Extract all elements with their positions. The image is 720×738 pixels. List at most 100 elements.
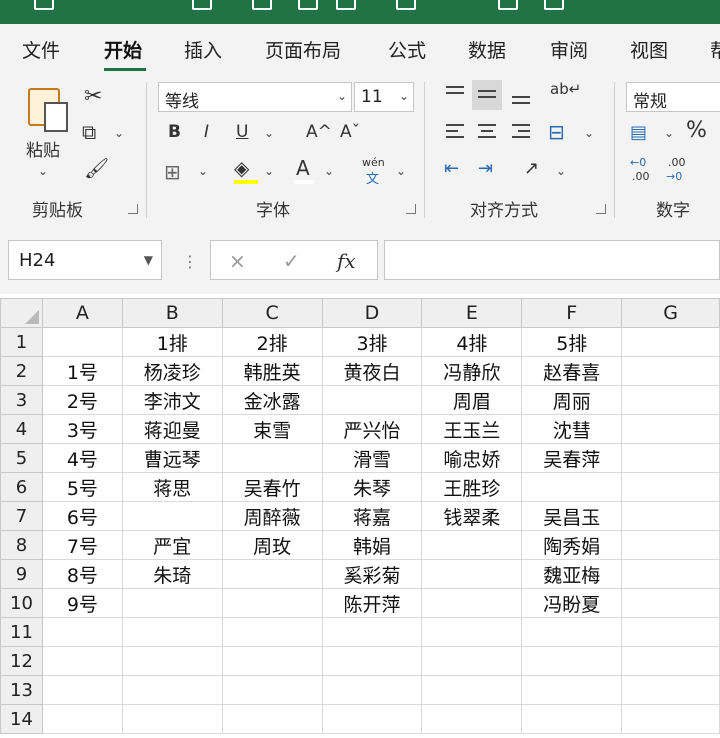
tab-review[interactable]: 审阅 xyxy=(550,36,588,63)
cell-a6[interactable]: 5号 xyxy=(41,472,123,502)
align-middle-button[interactable] xyxy=(472,80,502,110)
cell-f4[interactable]: 沈彗 xyxy=(521,414,623,444)
cell-f2[interactable]: 赵春喜 xyxy=(521,356,623,386)
cell-g14[interactable] xyxy=(621,704,720,734)
cell-e13[interactable] xyxy=(421,675,523,705)
cell-a1[interactable] xyxy=(41,327,123,357)
cell-c4[interactable]: 束雪 xyxy=(221,414,323,444)
cell-b5[interactable]: 曹远琴 xyxy=(121,443,223,473)
cell-a4[interactable]: 3号 xyxy=(41,414,123,444)
tab-file[interactable]: 文件 xyxy=(22,36,60,63)
cell-a10[interactable]: 9号 xyxy=(41,588,123,618)
borders-dropdown-icon[interactable]: ⌄ xyxy=(198,164,208,178)
cell-g7[interactable] xyxy=(621,501,720,531)
cell-c2[interactable]: 韩胜英 xyxy=(221,356,323,386)
cell-b7[interactable] xyxy=(121,501,223,531)
clipboard-launcher-icon[interactable] xyxy=(128,204,138,214)
row-header-10[interactable]: 10 xyxy=(0,588,43,618)
cell-b3[interactable]: 李沛文 xyxy=(121,385,223,415)
cell-d1[interactable]: 3排 xyxy=(321,327,423,357)
cell-a5[interactable]: 4号 xyxy=(41,443,123,473)
font-color-button[interactable]: A xyxy=(296,156,310,180)
cell-c1[interactable]: 2排 xyxy=(221,327,323,357)
borders-icon[interactable]: ⊞ xyxy=(164,160,181,184)
cell-d3[interactable] xyxy=(321,385,423,415)
cell-c13[interactable] xyxy=(221,675,323,705)
bold-button[interactable]: B xyxy=(168,122,181,142)
cell-d6[interactable]: 朱琴 xyxy=(321,472,423,502)
column-header-c[interactable]: C xyxy=(221,298,323,328)
insert-function-icon[interactable]: fx xyxy=(337,249,356,273)
row-header-13[interactable]: 13 xyxy=(0,675,43,705)
align-left-button[interactable] xyxy=(440,118,470,148)
cell-b12[interactable] xyxy=(121,646,223,676)
name-box[interactable]: H24 ▼ xyxy=(8,240,162,280)
accounting-dropdown-icon[interactable]: ⌄ xyxy=(664,126,674,140)
cell-g1[interactable] xyxy=(621,327,720,357)
column-header-d[interactable]: D xyxy=(321,298,423,328)
tab-page-layout[interactable]: 页面布局 xyxy=(265,36,341,63)
format-painter-icon[interactable]: 🖌 xyxy=(84,156,109,180)
cell-b11[interactable] xyxy=(121,617,223,647)
row-header-5[interactable]: 5 xyxy=(0,443,43,473)
cell-c9[interactable] xyxy=(221,559,323,589)
cell-d10[interactable]: 陈开萍 xyxy=(321,588,423,618)
cell-b8[interactable]: 严宜 xyxy=(121,530,223,560)
font-launcher-icon[interactable] xyxy=(406,204,416,214)
cell-g12[interactable] xyxy=(621,646,720,676)
phonetic-dropdown-icon[interactable]: ⌄ xyxy=(396,164,406,178)
tab-data[interactable]: 数据 xyxy=(468,36,506,63)
cell-e5[interactable]: 喻忠娇 xyxy=(421,443,523,473)
row-header-8[interactable]: 8 xyxy=(0,530,43,560)
merge-center-icon[interactable]: ⊟ xyxy=(548,120,565,144)
cell-e10[interactable] xyxy=(421,588,523,618)
cell-g3[interactable] xyxy=(621,385,720,415)
cell-a12[interactable] xyxy=(41,646,123,676)
paste-dropdown-icon[interactable]: ⌄ xyxy=(38,164,48,178)
formula-input[interactable] xyxy=(384,240,720,280)
align-center-button[interactable] xyxy=(472,118,502,148)
cell-e11[interactable] xyxy=(421,617,523,647)
column-header-b[interactable]: B xyxy=(121,298,223,328)
cell-c5[interactable] xyxy=(221,443,323,473)
fill-color-dropdown-icon[interactable]: ⌄ xyxy=(264,164,274,178)
cell-b14[interactable] xyxy=(121,704,223,734)
column-header-g[interactable]: G xyxy=(621,298,720,328)
cell-b6[interactable]: 蒋思 xyxy=(121,472,223,502)
cell-d12[interactable] xyxy=(321,646,423,676)
save-icon[interactable] xyxy=(34,0,54,10)
cell-f7[interactable]: 吴昌玉 xyxy=(521,501,623,531)
cell-c7[interactable]: 周醉薇 xyxy=(221,501,323,531)
cell-e4[interactable]: 王玉兰 xyxy=(421,414,523,444)
quick-access-icon[interactable] xyxy=(396,0,416,10)
decrease-indent-icon[interactable]: ⇤ xyxy=(444,158,459,179)
cancel-icon[interactable]: × xyxy=(229,249,246,273)
cell-f14[interactable] xyxy=(521,704,623,734)
cell-d5[interactable]: 滑雪 xyxy=(321,443,423,473)
cell-d14[interactable] xyxy=(321,704,423,734)
cell-f3[interactable]: 周丽 xyxy=(521,385,623,415)
italic-button[interactable]: I xyxy=(204,122,209,142)
cell-f1[interactable]: 5排 xyxy=(521,327,623,357)
enter-icon[interactable]: ✓ xyxy=(283,249,300,273)
cell-b10[interactable] xyxy=(121,588,223,618)
cell-e1[interactable]: 4排 xyxy=(421,327,523,357)
cell-d9[interactable]: 奚彩菊 xyxy=(321,559,423,589)
copy-icon[interactable]: ⧉ xyxy=(82,120,96,144)
row-header-1[interactable]: 1 xyxy=(0,327,43,357)
tab-home[interactable]: 开始 xyxy=(104,36,142,63)
cell-e9[interactable] xyxy=(421,559,523,589)
cell-c8[interactable]: 周玫 xyxy=(221,530,323,560)
font-color-dropdown-icon[interactable]: ⌄ xyxy=(324,164,334,178)
formula-bar-grip-icon[interactable]: ⋮ xyxy=(182,252,198,271)
number-format-combo[interactable]: 常规 xyxy=(626,82,720,112)
tab-insert[interactable]: 插入 xyxy=(184,36,222,63)
row-header-7[interactable]: 7 xyxy=(0,501,43,531)
grow-font-button[interactable]: A^ xyxy=(306,122,332,142)
cell-a2[interactable]: 1号 xyxy=(41,356,123,386)
row-header-4[interactable]: 4 xyxy=(0,414,43,444)
cell-a9[interactable]: 8号 xyxy=(41,559,123,589)
cell-g2[interactable] xyxy=(621,356,720,386)
cell-g5[interactable] xyxy=(621,443,720,473)
quick-access-icon[interactable] xyxy=(252,0,272,10)
